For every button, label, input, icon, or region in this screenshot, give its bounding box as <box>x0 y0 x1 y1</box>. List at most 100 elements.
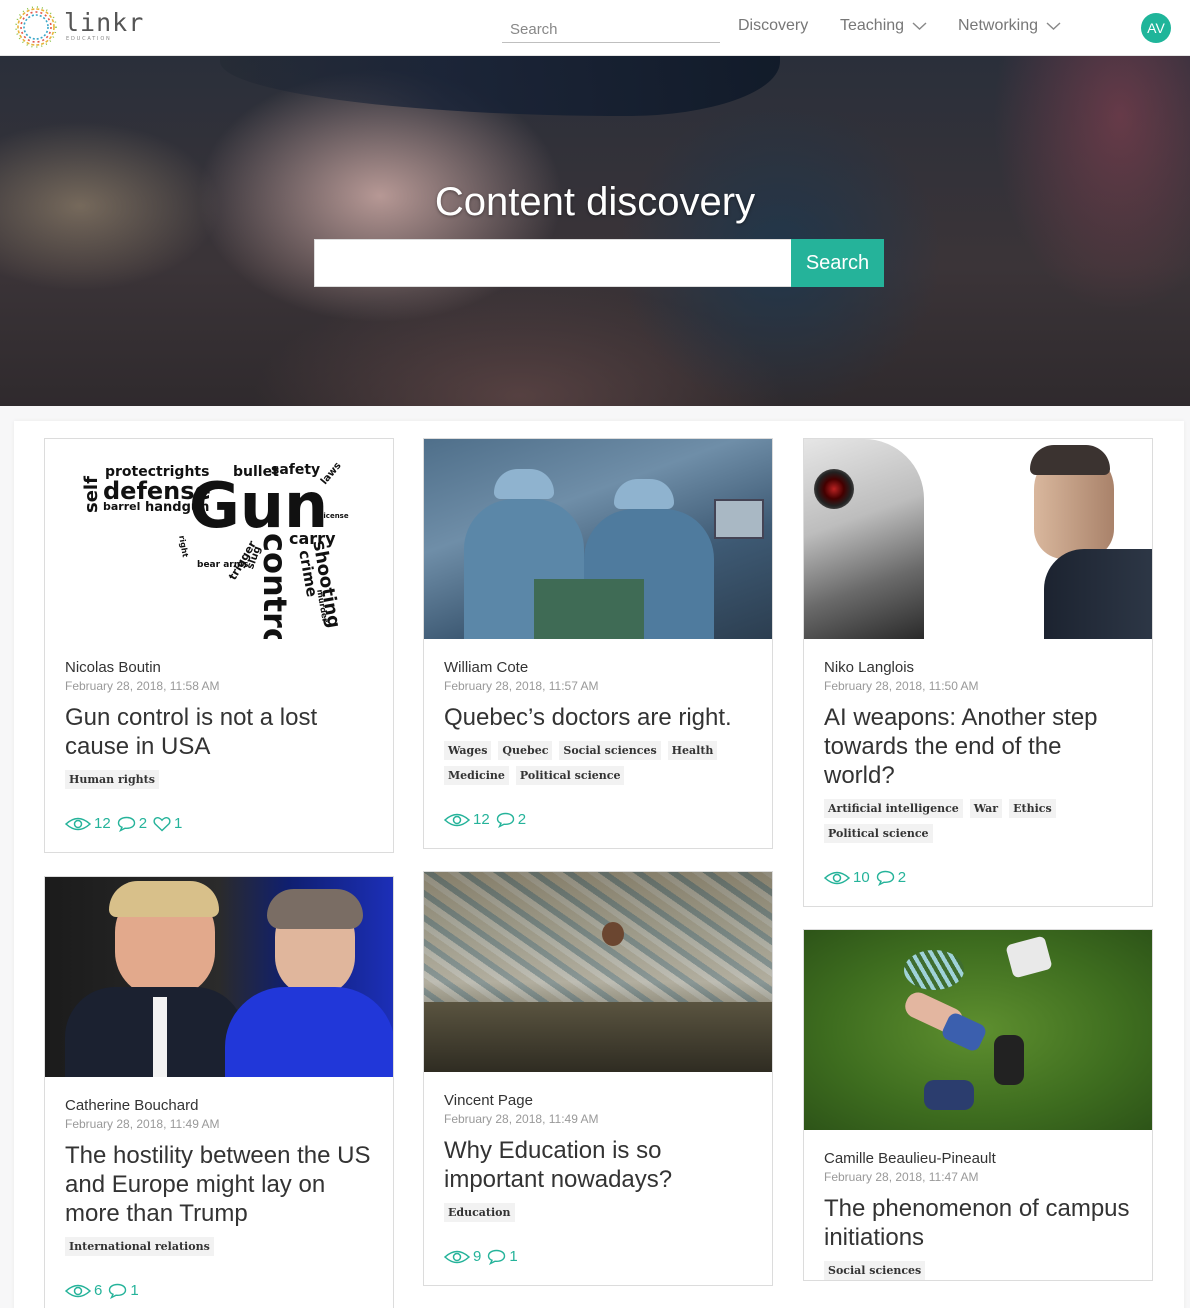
article-card[interactable]: self protectrights defense barrel handgu… <box>44 438 394 853</box>
nav-networking-dropdown[interactable]: Networking <box>958 17 1061 35</box>
article-image <box>804 439 1152 639</box>
view-count: 12 <box>94 815 111 832</box>
eye-icon <box>444 813 470 826</box>
comment-count: 1 <box>509 1248 518 1265</box>
article-author[interactable]: Camille Beaulieu-Pineault <box>824 1150 1132 1167</box>
chevron-down-icon <box>1046 22 1061 30</box>
comment-count: 2 <box>517 811 527 828</box>
word-cloud-word: barrel <box>103 500 141 513</box>
article-title[interactable]: Gun control is not a lost cause in USA <box>65 703 373 761</box>
article-date: February 28, 2018, 11:49 AM <box>444 1112 599 1126</box>
word-cloud-word: bear arms <box>197 560 249 570</box>
nav-networking-label: Networking <box>958 17 1039 34</box>
content-search-button[interactable]: Search <box>791 239 884 287</box>
comment-count: 2 <box>138 815 148 832</box>
article-author[interactable]: Catherine Bouchard <box>65 1097 373 1114</box>
article-card[interactable]: Niko Langlois February 28, 2018, 11:50 A… <box>803 438 1153 907</box>
article-stats: 10 2 <box>824 869 1132 906</box>
view-count: 6 <box>94 1282 103 1299</box>
article-date: February 28, 2018, 11:50 AM <box>824 679 979 693</box>
article-title[interactable]: The phenomenon of campus initiations <box>824 1194 1132 1252</box>
eye-icon <box>824 871 850 884</box>
comment-icon[interactable] <box>876 870 895 886</box>
article-title[interactable]: The hostility between the US and Europe … <box>65 1141 373 1228</box>
tag[interactable]: Social sciences <box>824 1261 926 1280</box>
logo-subtitle: EDUCATION <box>66 36 112 42</box>
tag[interactable]: Political science <box>515 766 625 785</box>
tag[interactable]: Education <box>444 1203 515 1222</box>
nav-discovery[interactable]: Discovery <box>738 17 808 35</box>
hero-background-image <box>220 56 780 116</box>
tag[interactable]: Artificial intelligence <box>824 799 963 818</box>
article-card[interactable]: Catherine Bouchard February 28, 2018, 11… <box>44 876 394 1308</box>
article-author[interactable]: Niko Langlois <box>824 659 1132 676</box>
tag[interactable]: Political science <box>824 824 933 843</box>
word-cloud-word: self <box>81 476 102 513</box>
like-count: 1 <box>174 815 183 832</box>
article-stats: 9 1 <box>444 1248 752 1285</box>
content-search-input[interactable] <box>314 239 792 287</box>
word-cloud-word: Gun <box>189 469 329 542</box>
article-title[interactable]: Why Education is so important nowadays? <box>444 1136 752 1194</box>
view-count: 10 <box>853 869 870 886</box>
tag[interactable]: Wages <box>444 741 492 760</box>
linkr-logo-icon[interactable] <box>14 5 58 49</box>
article-tags: Wages Quebec Social sciences Health Medi… <box>444 741 744 785</box>
tag[interactable]: War <box>969 799 1003 818</box>
heart-icon[interactable] <box>153 816 171 832</box>
eye-icon <box>444 1250 470 1263</box>
nav-discovery-label: Discovery <box>738 17 809 34</box>
view-count: 12 <box>473 811 490 828</box>
article-tags: Artificial intelligence War Ethics Polit… <box>824 799 1124 843</box>
word-cloud-word: right <box>177 534 190 558</box>
nav-search-input[interactable] <box>502 16 720 43</box>
nav-teaching-label: Teaching <box>840 17 905 34</box>
tag[interactable]: Quebec <box>498 741 553 760</box>
article-date: February 28, 2018, 11:58 AM <box>65 679 220 693</box>
tag[interactable]: Human rights <box>65 770 159 789</box>
article-card[interactable]: Camille Beaulieu-Pineault February 28, 2… <box>803 929 1153 1281</box>
content-grid: self protectrights defense barrel handgu… <box>14 421 1184 1308</box>
article-author[interactable]: Nicolas Boutin <box>65 659 373 676</box>
article-date: February 28, 2018, 11:57 AM <box>444 679 599 693</box>
chevron-down-icon <box>912 22 927 30</box>
logo-text[interactable]: linkr <box>64 8 144 37</box>
word-cloud-word: control <box>256 533 294 639</box>
article-author[interactable]: William Cote <box>444 659 752 676</box>
comment-icon[interactable] <box>496 812 515 828</box>
article-stats: 12 2 1 <box>65 815 373 852</box>
tag[interactable]: Ethics <box>1009 799 1056 818</box>
top-navbar: linkr EDUCATION Discovery Teaching Netwo… <box>0 0 1190 56</box>
tag[interactable]: Social sciences <box>559 741 661 760</box>
tag[interactable]: Medicine <box>444 766 509 785</box>
comment-icon[interactable] <box>117 816 136 832</box>
article-card[interactable]: William Cote February 28, 2018, 11:57 AM… <box>423 438 773 849</box>
article-date: February 28, 2018, 11:49 AM <box>65 1117 220 1131</box>
article-title[interactable]: AI weapons: Another step towards the end… <box>824 703 1132 790</box>
article-image: self protectrights defense barrel handgu… <box>45 439 393 639</box>
article-title[interactable]: Quebec’s doctors are right. <box>444 703 752 732</box>
comment-icon[interactable] <box>487 1249 506 1265</box>
article-date: February 28, 2018, 11:47 AM <box>824 1170 979 1184</box>
comment-count: 2 <box>897 869 907 886</box>
hero-banner: Content discovery Search <box>0 56 1190 406</box>
view-count: 9 <box>473 1248 482 1265</box>
comment-count: 1 <box>130 1282 139 1299</box>
article-author[interactable]: Vincent Page <box>444 1092 752 1109</box>
tag[interactable]: International relations <box>65 1237 214 1256</box>
tag[interactable]: Health <box>667 741 718 760</box>
article-image <box>45 877 393 1077</box>
comment-icon[interactable] <box>108 1283 127 1299</box>
article-tags: Education <box>444 1203 744 1222</box>
article-stats: 12 2 <box>444 811 752 848</box>
article-image <box>804 930 1152 1130</box>
article-card[interactable]: Vincent Page February 28, 2018, 11:49 AM… <box>423 871 773 1286</box>
article-stats: 6 1 <box>65 1282 373 1308</box>
article-image <box>424 439 772 639</box>
nav-teaching-dropdown[interactable]: Teaching <box>840 17 927 35</box>
eye-icon <box>65 817 91 830</box>
user-avatar[interactable]: AV <box>1141 13 1171 43</box>
article-tags: Human rights <box>65 770 365 789</box>
article-tags: International relations <box>65 1237 365 1256</box>
article-image <box>424 872 772 1072</box>
